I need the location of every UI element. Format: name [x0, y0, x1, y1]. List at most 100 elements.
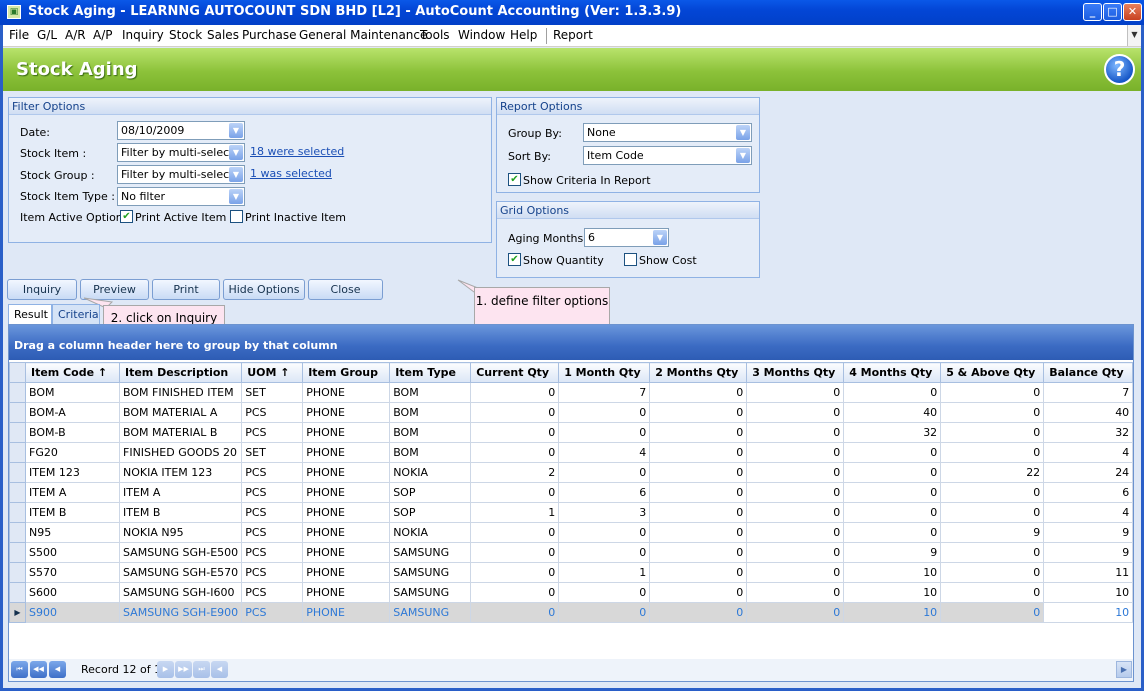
table-row[interactable]: BOM BOM FINISHED ITEM SET PHONE BOM 0 7 0 0 0 0 7	[9, 382, 1134, 403]
table-cell[interactable]: 0	[470, 422, 560, 443]
chevron-down-icon[interactable]: ▼	[229, 123, 243, 138]
table-cell[interactable]: 4	[558, 442, 651, 463]
table-cell[interactable]: PHONE	[302, 482, 391, 503]
table-cell[interactable]: BOM	[389, 442, 472, 463]
table-cell[interactable]: 0	[746, 462, 845, 483]
menu-report[interactable]: Report	[553, 28, 593, 42]
table-row[interactable]: S500 SAMSUNG SGH-E500 PCS PHONE SAMSUNG 0 0 0 0 9…	[9, 542, 1134, 563]
stock-item-select[interactable]: Filter by multi-select ▼	[117, 143, 245, 162]
table-cell[interactable]: 0	[649, 482, 748, 503]
aging-months-select[interactable]: 6 ▼	[584, 228, 669, 247]
table-cell[interactable]: PCS	[241, 422, 304, 443]
table-cell[interactable]: 0	[843, 482, 942, 503]
table-cell[interactable]: 6	[1043, 482, 1134, 503]
table-cell[interactable]: 0	[649, 382, 748, 403]
table-cell[interactable]: ITEM A	[118, 482, 243, 503]
next-page-icon[interactable]: ▶▶	[175, 661, 192, 678]
table-cell[interactable]: 0	[558, 602, 651, 623]
table-cell[interactable]: SAMSUNG	[389, 562, 472, 583]
table-cell[interactable]: 9	[940, 522, 1045, 543]
table-cell[interactable]: 0	[649, 422, 748, 443]
table-cell[interactable]: 0	[558, 402, 651, 423]
column-header-balance-qty[interactable]: Balance Qty	[1043, 362, 1134, 383]
table-cell[interactable]: 0	[649, 402, 748, 423]
table-cell[interactable]: BOM	[389, 402, 472, 423]
table-cell[interactable]: 0	[746, 422, 845, 443]
table-cell[interactable]: ITEM B	[25, 502, 120, 523]
table-cell[interactable]: 0	[558, 462, 651, 483]
table-cell[interactable]: 0	[558, 582, 651, 603]
row-indicator[interactable]	[9, 562, 26, 583]
table-cell[interactable]: 0	[470, 542, 560, 563]
table-cell[interactable]: PHONE	[302, 562, 391, 583]
menu-help[interactable]: Help	[510, 28, 537, 42]
table-cell[interactable]: 0	[470, 442, 560, 463]
menu-inquiry[interactable]: Inquiry	[122, 28, 164, 42]
menu-tools[interactable]: Tools	[420, 28, 450, 42]
previous-page-icon[interactable]: ◀◀	[30, 661, 47, 678]
sort-by-select[interactable]: Item Code ▼	[583, 146, 752, 165]
chevron-down-icon[interactable]: ▼	[229, 145, 243, 160]
table-cell[interactable]: 0	[940, 402, 1045, 423]
table-cell[interactable]: FINISHED GOODS 20	[118, 442, 243, 463]
table-row[interactable]: FG20 FINISHED GOODS 20 SET PHONE BOM 0 4 0 0 0 0 4	[9, 442, 1134, 463]
table-cell[interactable]: 0	[649, 442, 748, 463]
row-indicator-icon[interactable]: ▶	[9, 602, 26, 623]
maximize-button[interactable]: □	[1103, 3, 1122, 21]
stock-item-type-select[interactable]: No filter ▼	[117, 187, 245, 206]
table-cell[interactable]: NOKIA ITEM 123	[118, 462, 243, 483]
table-cell[interactable]: PCS	[241, 582, 304, 603]
last-record-icon[interactable]: ⏭	[193, 661, 210, 678]
table-cell[interactable]: 0	[470, 602, 560, 623]
table-cell[interactable]: 0	[746, 582, 845, 603]
table-cell[interactable]: S570	[25, 562, 120, 583]
table-cell[interactable]: 0	[746, 402, 845, 423]
previous-record-icon[interactable]: ◀	[49, 661, 66, 678]
column-header-5-above-qty[interactable]: 5 & Above Qty	[940, 362, 1045, 383]
table-cell[interactable]: PHONE	[302, 502, 391, 523]
column-header-item-code[interactable]: Item Code ↑	[25, 362, 120, 383]
chevron-down-icon[interactable]: ▼	[736, 148, 750, 163]
row-indicator[interactable]	[9, 482, 26, 503]
row-indicator[interactable]	[9, 502, 26, 523]
table-cell[interactable]: SET	[241, 442, 304, 463]
table-cell[interactable]: 9	[1043, 522, 1134, 543]
table-cell[interactable]: FG20	[25, 442, 120, 463]
table-cell[interactable]: 24	[1043, 462, 1134, 483]
table-cell[interactable]: 0	[746, 522, 845, 543]
chevron-down-icon[interactable]: ▼	[653, 230, 667, 245]
table-cell[interactable]: 0	[746, 382, 845, 403]
table-cell[interactable]: 0	[470, 482, 560, 503]
table-cell[interactable]: BOM	[389, 422, 472, 443]
print-inactive-checkbox[interactable]	[230, 210, 243, 223]
table-cell[interactable]: PHONE	[302, 522, 391, 543]
table-cell[interactable]: 10	[1043, 602, 1134, 623]
table-cell[interactable]: 0	[746, 502, 845, 523]
minimize-button[interactable]: _	[1083, 3, 1102, 21]
row-indicator[interactable]	[9, 522, 26, 543]
table-cell[interactable]: NOKIA	[389, 462, 472, 483]
menu-stock[interactable]: Stock	[169, 28, 202, 42]
table-cell[interactable]: 0	[558, 422, 651, 443]
table-cell[interactable]: 0	[940, 382, 1045, 403]
table-row[interactable]: ITEM A ITEM A PCS PHONE SOP 0 6 0 0 0 0 6	[9, 482, 1134, 503]
table-cell[interactable]: 0	[746, 562, 845, 583]
column-header-item-type[interactable]: Item Type	[389, 362, 472, 383]
menu-file[interactable]: File	[9, 28, 29, 42]
table-cell[interactable]: 10	[843, 562, 942, 583]
table-cell[interactable]: 0	[940, 422, 1045, 443]
stock-group-selected-link[interactable]: 1 was selected	[250, 167, 332, 180]
table-row[interactable]: BOM-A BOM MATERIAL A PCS PHONE BOM 0 0 0 0 40 0 40	[9, 402, 1134, 423]
table-cell[interactable]: BOM	[389, 382, 472, 403]
column-header-item-description[interactable]: Item Description	[118, 362, 243, 383]
table-cell[interactable]: PHONE	[302, 422, 391, 443]
menu-window[interactable]: Window	[458, 28, 505, 42]
table-cell[interactable]: PCS	[241, 402, 304, 423]
table-cell[interactable]: 1	[558, 562, 651, 583]
row-indicator[interactable]	[9, 582, 26, 603]
table-cell[interactable]: BOM FINISHED ITEM	[118, 382, 243, 403]
table-cell[interactable]: 0	[470, 402, 560, 423]
column-header-3-months-qty[interactable]: 3 Months Qty	[746, 362, 845, 383]
table-cell[interactable]: SAMSUNG	[389, 542, 472, 563]
table-row[interactable]: S570 SAMSUNG SGH-E570 PCS PHONE SAMSUNG 0 1 0 0 1…	[9, 562, 1134, 583]
